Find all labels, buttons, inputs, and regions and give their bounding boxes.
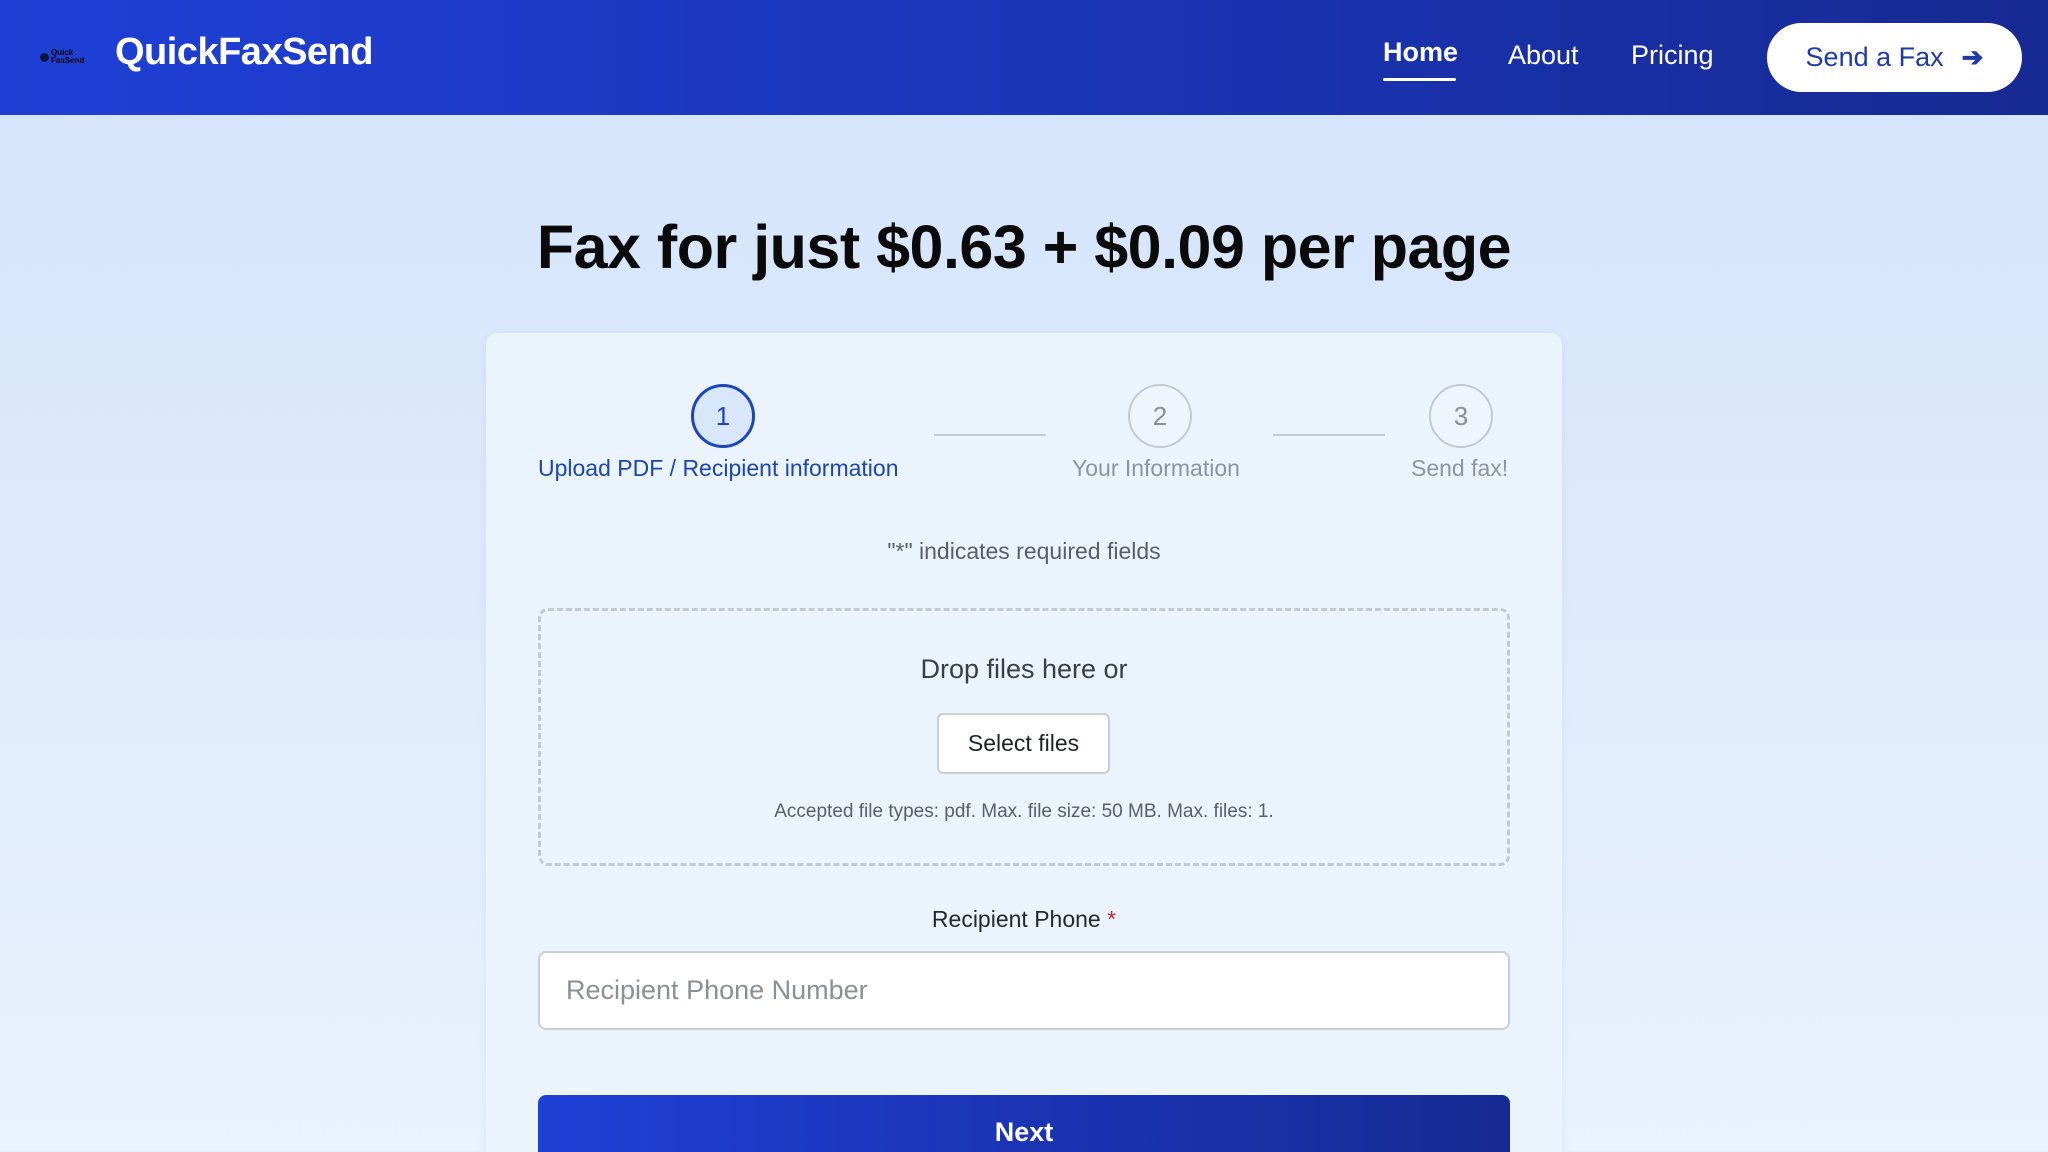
send-fax-button[interactable]: Send a Fax ➔: [1767, 23, 2022, 92]
recipient-phone-label: Recipient Phone *: [486, 906, 1562, 933]
step-1-indicator: 1: [691, 384, 755, 448]
nav-active-indicator: [1383, 78, 1456, 81]
nav-pricing-link[interactable]: Pricing: [1631, 40, 1714, 71]
step-connector: [934, 434, 1046, 436]
required-fields-note: "*" indicates required fields: [887, 538, 1161, 564]
step-connector: [1273, 434, 1385, 436]
step-2-label: Your Information: [1072, 455, 1240, 481]
accepted-file-types: Accepted file types: pdf. Max. file size…: [774, 801, 1274, 822]
next-button[interactable]: Next: [538, 1095, 1510, 1152]
nav-about-link[interactable]: About: [1508, 40, 1579, 71]
step-3-label: Send fax!: [1411, 455, 1509, 481]
select-files-button[interactable]: Select files: [937, 713, 1110, 774]
required-mark: *: [1107, 906, 1117, 932]
logo-wordmark: Quick FaxSend: [51, 48, 85, 65]
recipient-phone-label-text: Recipient Phone: [931, 906, 1101, 932]
send-fax-label: Send a Fax: [1805, 42, 1944, 72]
brand-name[interactable]: QuickFaxSend: [115, 31, 373, 74]
dropzone-text: Drop files here or: [920, 654, 1128, 684]
step-2-indicator: 2: [1128, 384, 1192, 448]
step-1-label: Upload PDF / Recipient information: [538, 455, 899, 481]
logo-dot: [40, 52, 49, 62]
logo-icon[interactable]: Quick FaxSend: [40, 44, 94, 70]
arrow-right-icon: ➔: [1961, 42, 1984, 72]
page-title: Fax for just $0.63 + $0.09 per page: [536, 213, 1512, 281]
step-3-indicator: 3: [1429, 384, 1493, 448]
recipient-phone-input[interactable]: [538, 951, 1510, 1030]
nav-home-link[interactable]: Home: [1383, 37, 1458, 68]
